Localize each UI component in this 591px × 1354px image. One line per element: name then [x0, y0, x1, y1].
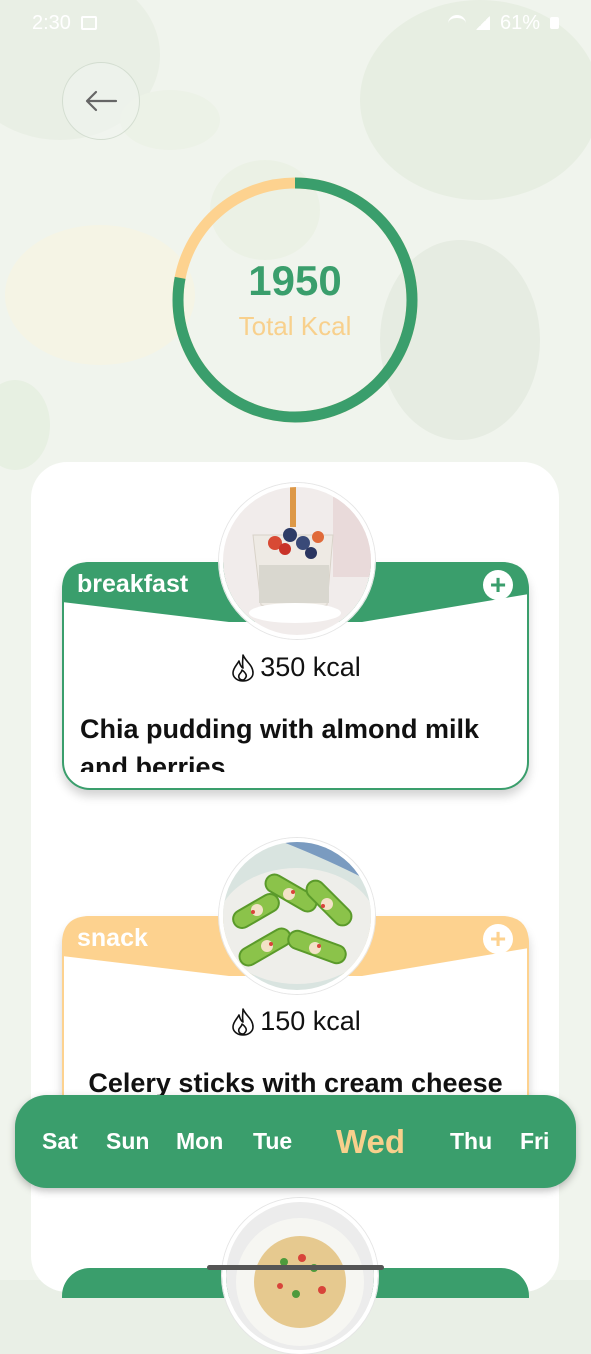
meal-photo-snack: [219, 838, 375, 994]
signal-icon: [475, 16, 490, 30]
arrow-left-icon: [85, 90, 118, 112]
day-selector: Sat Sun Mon Tue Wed Thu Fri: [15, 1095, 576, 1188]
day-fri[interactable]: Fri: [520, 1095, 549, 1188]
meal-kcal-text: 350 kcal: [260, 652, 361, 682]
meal-category: snack: [77, 924, 148, 952]
meal-kcal-text: 150 kcal: [260, 1006, 361, 1036]
day-tue[interactable]: Tue: [253, 1095, 292, 1188]
meal-photo-lunch: [222, 1198, 378, 1354]
day-mon[interactable]: Mon: [176, 1095, 223, 1188]
add-meal-button[interactable]: +: [483, 924, 513, 954]
battery-percent: 61%: [499, 11, 540, 34]
status-time: 2:30: [32, 11, 71, 34]
status-bar: 2:30 61%: [32, 8, 559, 38]
flame-icon: [232, 1007, 255, 1036]
calorie-ring: 1950 Total Kcal: [172, 177, 418, 423]
day-sat[interactable]: Sat: [42, 1095, 78, 1188]
back-button[interactable]: [62, 62, 140, 140]
flame-icon: [232, 653, 255, 682]
home-indicator: [207, 1265, 384, 1270]
meal-name: Chia pudding with almond milk and berrie…: [80, 714, 479, 772]
total-kcal-label: Total Kcal: [238, 311, 352, 341]
day-thu[interactable]: Thu: [450, 1095, 492, 1188]
day-sun[interactable]: Sun: [106, 1095, 149, 1188]
total-kcal-value: 1950: [248, 257, 342, 304]
image-notification-icon: [80, 16, 97, 30]
day-wed[interactable]: Wed: [336, 1095, 405, 1188]
meal-photo-breakfast: [219, 483, 375, 639]
meal-kcal: 150 kcal: [62, 1006, 529, 1037]
wifi-icon: [447, 14, 466, 32]
meal-kcal: 350 kcal: [62, 652, 529, 683]
battery-icon: [550, 17, 559, 29]
add-meal-button[interactable]: +: [483, 570, 513, 600]
meal-category: breakfast: [77, 570, 189, 598]
